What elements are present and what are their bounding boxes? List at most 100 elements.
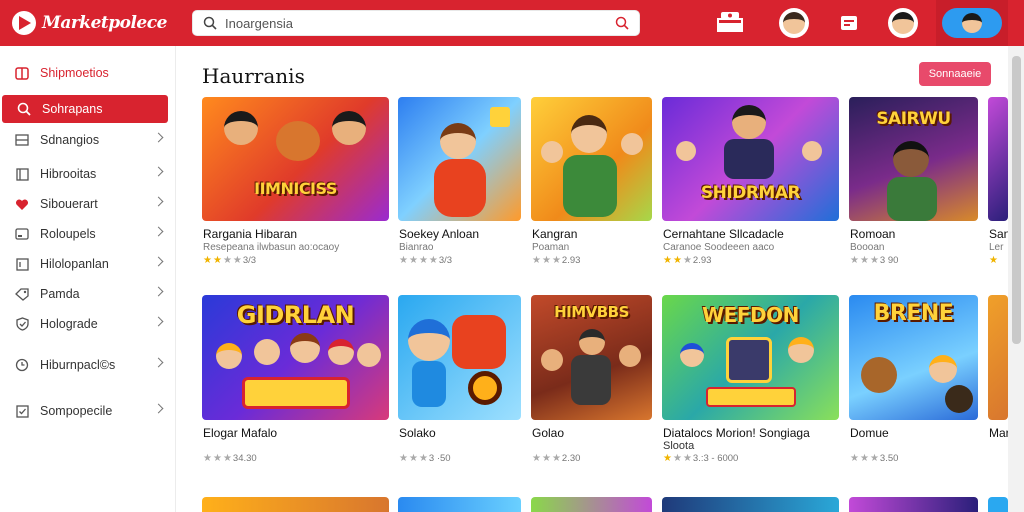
game-thumbnail[interactable] <box>398 97 521 221</box>
game-rating: ★ ★ ★ 3.50 <box>850 453 898 464</box>
scrollbar[interactable] <box>1008 46 1024 512</box>
game-thumbnail[interactable] <box>531 497 652 512</box>
star-icon: ★ <box>672 255 682 266</box>
game-subtitle: Boooan <box>850 242 885 253</box>
rating-value: 2.93 <box>561 255 581 266</box>
sidebar-item-label: Sdnangios <box>40 133 100 147</box>
star-icon: ★ <box>551 453 561 464</box>
header-action-button[interactable]: Sonnaaeie <box>919 62 991 86</box>
game-rating: ★ ★ ★ 3 ·50 <box>399 453 451 464</box>
game-thumbnail[interactable]: WEFDON <box>662 295 839 420</box>
bookmark-icon <box>14 257 30 271</box>
rating-value: 2.93 <box>692 255 712 266</box>
game-thumbnail[interactable]: SHIDRMAR <box>662 97 839 221</box>
user-menu[interactable] <box>936 0 1008 46</box>
sidebar-item-hiloplanlan[interactable]: Hilolopanlan <box>0 250 176 278</box>
game-title[interactable]: Mar <box>989 426 1008 440</box>
chevron-right-icon <box>153 286 164 297</box>
star-icon: ★ <box>532 255 541 266</box>
scrollbar-thumb[interactable] <box>1012 56 1021 344</box>
star-icon: ★ <box>399 453 408 464</box>
sidebar-item-label: Hibrooitas <box>40 167 97 181</box>
game-thumbnail[interactable]: BRENE <box>849 295 978 420</box>
game-thumbnail-art-text: HIMVBBS <box>554 303 629 321</box>
sidebar-item-search[interactable]: Sohrapans <box>2 95 168 123</box>
star-icon: ★ <box>541 255 551 266</box>
game-thumbnail[interactable] <box>988 295 1008 420</box>
store-icon[interactable] <box>714 7 746 39</box>
game-rating: ★ ★ ★ 34.30 <box>203 453 257 464</box>
game-thumbnail-art-text: SAIRWU <box>876 109 951 129</box>
brand-logo-icon <box>12 11 36 35</box>
game-subtitle: Resepeana ilwbasun ao:ocaoy <box>203 242 340 253</box>
check-icon <box>14 404 30 418</box>
sidebar-item-label: Shipmoetios <box>40 66 109 80</box>
game-thumbnail[interactable] <box>531 97 652 221</box>
game-thumbnail[interactable]: GIDRLAN <box>202 295 389 420</box>
sidebar-item-shipments[interactable]: Shipmoetios <box>0 59 176 87</box>
search-input[interactable] <box>225 15 607 31</box>
rating-value: 34.30 <box>232 453 257 464</box>
search-submit-icon[interactable] <box>615 16 629 30</box>
game-title[interactable]: Romoan <box>850 227 895 241</box>
star-icon: ★ <box>232 255 242 266</box>
sidebar-item-pamda[interactable]: Pamda <box>0 280 176 308</box>
game-title[interactable]: Rargania Hibaran <box>203 227 297 241</box>
sidebar-item-holograde[interactable]: Holograde <box>0 310 176 338</box>
game-thumbnail[interactable] <box>988 497 1008 512</box>
sidebar-item-roleplay[interactable]: Roloupels <box>0 220 176 248</box>
search-icon <box>203 16 217 30</box>
game-thumbnail[interactable] <box>662 497 839 512</box>
game-thumbnail[interactable] <box>988 97 1008 221</box>
game-title[interactable]: Diatalocs Morion! Songiaga <box>663 426 810 440</box>
star-icon: ★ <box>408 453 418 464</box>
card-icon <box>14 227 30 241</box>
game-thumbnail[interactable] <box>202 497 389 512</box>
game-title[interactable]: Kangran <box>532 227 577 241</box>
chevron-right-icon <box>153 226 164 237</box>
game-title[interactable]: Cernahtane Sllcadacle <box>663 227 784 241</box>
list-icon <box>14 133 30 147</box>
game-subtitle: Sloota <box>663 440 695 452</box>
game-title[interactable]: San <box>989 227 1008 241</box>
heart-icon <box>14 197 30 211</box>
game-title[interactable]: Golao <box>532 426 564 440</box>
brand[interactable]: Marketpolece <box>12 8 167 38</box>
store-icon <box>14 66 30 80</box>
rating-value: 3 90 <box>879 255 899 266</box>
sidebar-item-label: Roloupels <box>40 227 96 241</box>
star-icon: ★ <box>408 255 418 266</box>
game-thumbnail[interactable] <box>849 497 978 512</box>
star-icon: ★ <box>859 255 869 266</box>
sidebar-item-support[interactable]: Sompopecile <box>0 397 176 425</box>
message-icon[interactable] <box>833 7 865 39</box>
sidebar: Shipmoetios Sohrapans Sdnangios Hibrooit… <box>0 46 176 512</box>
sidebar-item-label: Pamda <box>40 287 80 301</box>
book-icon <box>14 167 30 181</box>
avatar-profile[interactable] <box>887 7 919 39</box>
sidebar-item-favorites[interactable]: Sibouerart <box>0 190 176 218</box>
avatar-friend[interactable] <box>778 7 810 39</box>
star-icon: ★ <box>859 453 869 464</box>
game-title[interactable]: Elogar Mafalo <box>203 426 277 440</box>
game-thumbnail[interactable] <box>398 295 521 420</box>
star-icon: ★ <box>551 255 561 266</box>
game-subtitle: Poaman <box>532 242 570 253</box>
game-title[interactable]: Domue <box>850 426 889 440</box>
search-bar[interactable] <box>192 10 640 36</box>
game-title[interactable]: Soekey Anloan <box>399 227 479 241</box>
star-icon: ★ <box>428 255 438 266</box>
game-thumbnail[interactable] <box>398 497 521 512</box>
game-rating: ★ ★ ★ 2.93 <box>532 255 580 266</box>
sidebar-item-library[interactable]: Hibrooitas <box>0 160 176 188</box>
game-thumbnail[interactable]: SAIRWU <box>849 97 978 221</box>
star-icon: ★ <box>869 255 879 266</box>
rating-value: 3.50 <box>879 453 899 464</box>
sidebar-item-history[interactable]: Hiburnpacl©s <box>0 351 176 379</box>
game-title[interactable]: Solako <box>399 426 436 440</box>
game-rating: ★ <box>989 255 998 266</box>
sidebar-item-standings[interactable]: Sdnangios <box>0 126 176 154</box>
game-thumbnail[interactable]: IIMNICISS <box>202 97 389 221</box>
game-thumbnail[interactable]: HIMVBBS <box>531 295 652 420</box>
chevron-right-icon <box>153 196 164 207</box>
